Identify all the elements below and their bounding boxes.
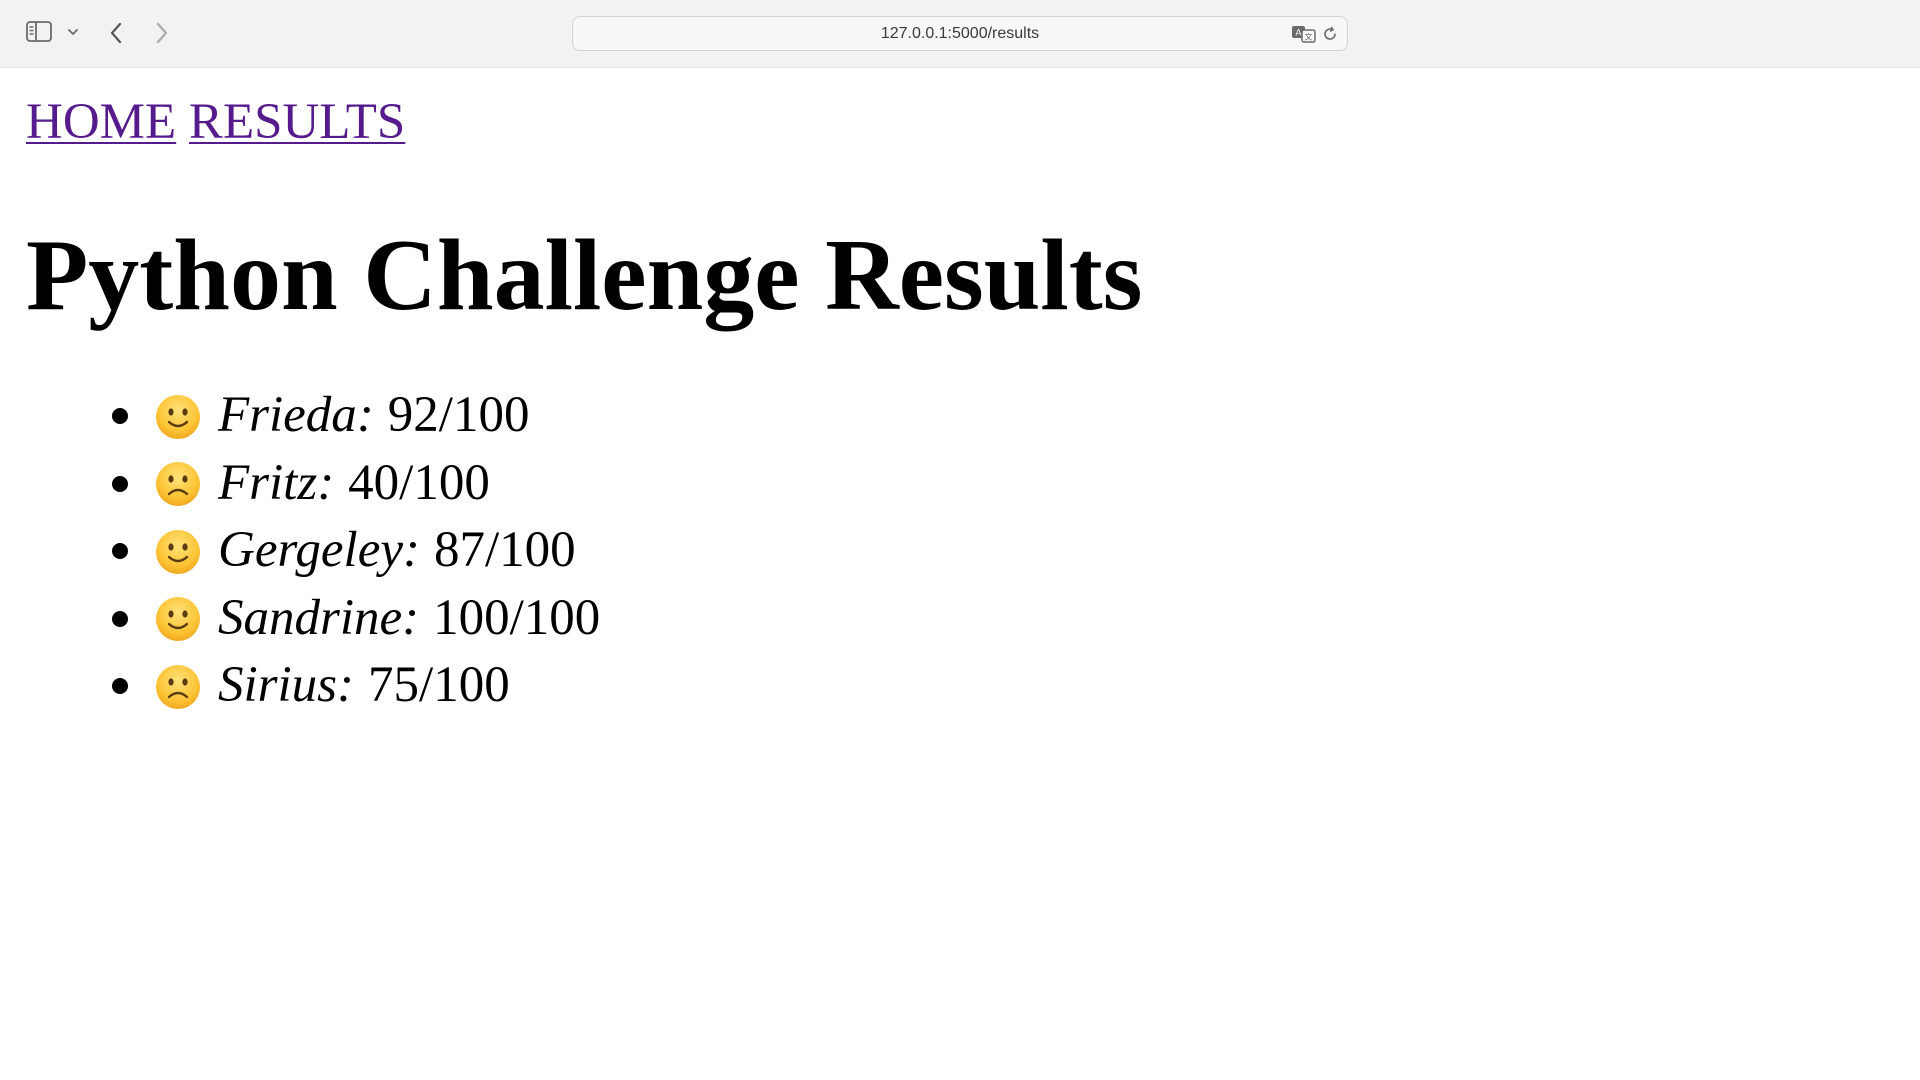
bullet-icon bbox=[112, 678, 128, 694]
smiley-face-icon bbox=[154, 392, 202, 440]
home-link[interactable]: HOME bbox=[26, 94, 176, 150]
browser-toolbar: 127.0.0.1:5000/results A 文 bbox=[0, 0, 1920, 68]
participant-name: Fritz bbox=[218, 454, 318, 511]
results-link[interactable]: RESULTS bbox=[189, 94, 405, 150]
svg-text:A: A bbox=[1295, 28, 1301, 38]
page-content: HOME RESULTS Python Challenge Results Fr… bbox=[26, 68, 1886, 720]
result-item: Frieda: 92/100 bbox=[26, 382, 1886, 450]
participant-name: Frieda bbox=[218, 387, 357, 443]
url-text[interactable]: 127.0.0.1:5000/results bbox=[573, 17, 1347, 51]
participant-name: Sirius bbox=[218, 657, 338, 713]
back-arrow-icon[interactable] bbox=[104, 20, 128, 46]
name-separator: : bbox=[337, 657, 355, 713]
name-separator: : bbox=[402, 589, 420, 646]
smiley-face-icon bbox=[154, 594, 202, 642]
nav-bar: HOME RESULTS bbox=[26, 92, 1886, 152]
result-item: Gergeley: 87/100 bbox=[26, 517, 1886, 585]
participant-score: 92/100 bbox=[387, 387, 530, 443]
bullet-icon bbox=[112, 408, 128, 424]
participant-score: 100/100 bbox=[433, 589, 601, 646]
sidebar-icon[interactable] bbox=[26, 20, 52, 44]
participant-score: 40/100 bbox=[348, 454, 490, 511]
reload-icon[interactable] bbox=[1321, 25, 1339, 43]
participant-name: Gergeley bbox=[218, 522, 403, 578]
name-separator: : bbox=[317, 454, 335, 511]
forward-arrow-icon[interactable] bbox=[150, 20, 174, 46]
participant-score: 87/100 bbox=[433, 522, 576, 578]
participant-score: 75/100 bbox=[368, 657, 510, 713]
frowning-face-icon bbox=[154, 459, 202, 507]
bullet-icon bbox=[112, 610, 128, 627]
translate-icon[interactable]: A 文 bbox=[1291, 24, 1317, 44]
results-list: Frieda: 92/100 Fritz: 40/100 Gergeley: 8… bbox=[26, 382, 1886, 720]
bullet-icon bbox=[112, 475, 128, 492]
address-bar[interactable]: 127.0.0.1:5000/results A 文 bbox=[572, 16, 1348, 51]
page-title: Python Challenge Results bbox=[26, 219, 1143, 332]
smiley-face-icon bbox=[154, 527, 202, 575]
result-item: Sirius: 75/100 bbox=[26, 652, 1886, 720]
name-separator: : bbox=[403, 522, 420, 578]
frowning-face-icon bbox=[154, 662, 202, 710]
result-item: Fritz: 40/100 bbox=[26, 450, 1886, 518]
name-separator: : bbox=[356, 387, 374, 443]
svg-text:文: 文 bbox=[1305, 32, 1313, 42]
chevron-down-icon[interactable] bbox=[65, 24, 81, 40]
bullet-icon bbox=[112, 543, 128, 559]
result-item: Sandrine: 100/100 bbox=[26, 585, 1886, 653]
participant-name: Sandrine bbox=[218, 589, 403, 646]
